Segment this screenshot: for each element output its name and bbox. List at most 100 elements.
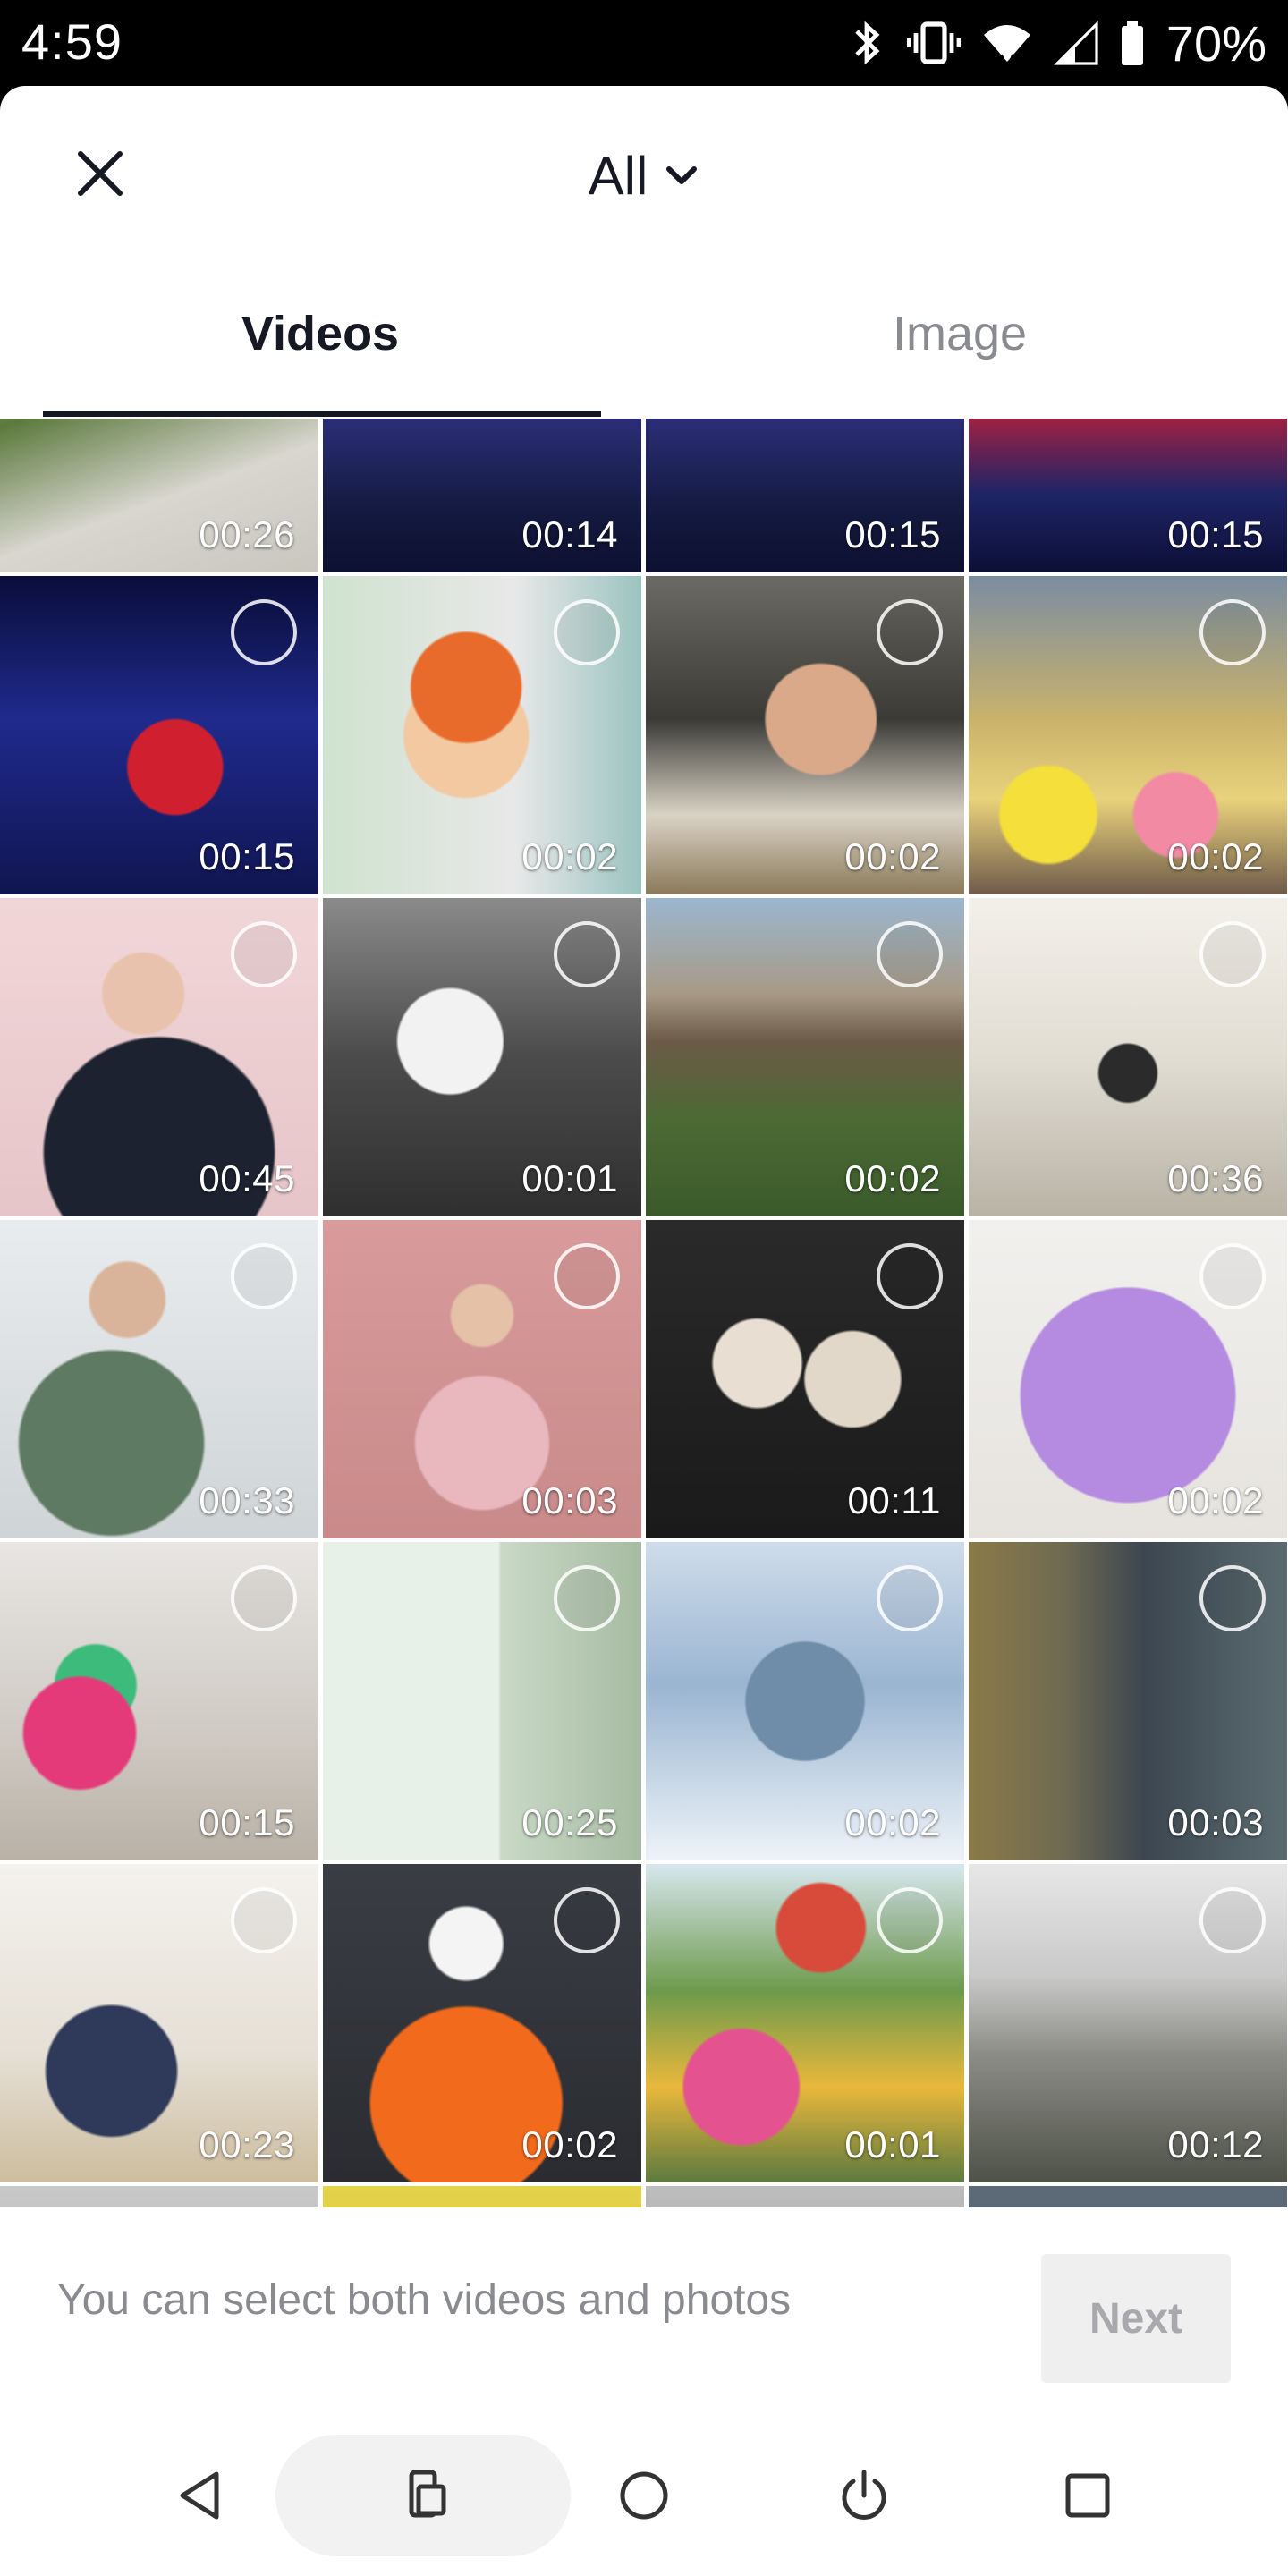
media-tile[interactable]: 00:02 (323, 1864, 641, 2182)
tab-active-indicator (43, 411, 601, 417)
video-duration: 00:03 (1167, 1801, 1264, 1843)
select-circle[interactable] (877, 1243, 943, 1309)
media-tile[interactable]: 00:02 (323, 576, 641, 894)
video-thumbnail (646, 2186, 964, 2207)
home-icon (620, 2471, 668, 2520)
video-thumbnail (969, 2186, 1287, 2207)
media-tile[interactable] (969, 2186, 1287, 2207)
video-duration: 00:03 (521, 1479, 618, 1521)
signal-icon (1054, 19, 1098, 67)
video-duration: 00:02 (1167, 835, 1264, 877)
status-icons: 70% (850, 9, 1267, 77)
power-icon (842, 2470, 886, 2520)
media-tile[interactable]: 00:01 (323, 898, 641, 1216)
select-circle[interactable] (877, 1887, 943, 1953)
select-circle[interactable] (231, 1887, 297, 1953)
select-circle[interactable] (1199, 1243, 1266, 1309)
battery-level: 70% (1165, 14, 1267, 72)
tab-image[interactable]: Image (893, 306, 1027, 361)
select-circle[interactable] (1199, 1887, 1266, 1953)
select-circle[interactable] (554, 599, 620, 665)
wifi-icon (982, 19, 1032, 67)
media-tile[interactable]: 00:15 (646, 419, 964, 572)
rotate-button[interactable] (370, 2415, 478, 2576)
media-tile[interactable]: 00:15 (0, 576, 318, 894)
next-button[interactable]: Next (1041, 2254, 1231, 2383)
select-circle[interactable] (1199, 1565, 1266, 1631)
video-duration: 00:23 (199, 2123, 295, 2165)
media-tile[interactable]: 00:33 (0, 1220, 318, 1538)
battery-icon (1120, 19, 1145, 67)
video-thumbnail (323, 2186, 641, 2207)
media-tile[interactable]: 00:45 (0, 898, 318, 1216)
media-tile[interactable]: 00:15 (969, 419, 1287, 572)
vibrate-icon (906, 19, 961, 67)
media-tile[interactable]: 00:12 (969, 1864, 1287, 2182)
media-tile[interactable] (323, 2186, 641, 2207)
media-tile[interactable] (646, 2186, 964, 2207)
select-circle[interactable] (231, 921, 297, 987)
media-tile[interactable]: 00:23 (0, 1864, 318, 2182)
power-button[interactable] (810, 2415, 918, 2576)
select-circle[interactable] (231, 1243, 297, 1309)
select-circle[interactable] (554, 1887, 620, 1953)
video-duration: 00:15 (844, 513, 941, 555)
media-tile[interactable]: 00:15 (0, 1542, 318, 1860)
video-duration: 00:15 (199, 1801, 295, 1843)
media-tile[interactable]: 00:01 (646, 1864, 964, 2182)
select-circle[interactable] (877, 1565, 943, 1631)
album-label: All (588, 145, 648, 206)
media-tile[interactable] (0, 2186, 318, 2207)
media-tile[interactable]: 00:03 (323, 1220, 641, 1538)
select-circle[interactable] (231, 599, 297, 665)
video-duration: 00:45 (199, 1157, 295, 1199)
media-tile[interactable]: 00:11 (646, 1220, 964, 1538)
select-circle[interactable] (877, 921, 943, 987)
video-duration: 00:25 (521, 1801, 618, 1843)
select-circle[interactable] (1199, 921, 1266, 987)
select-circle[interactable] (1199, 599, 1266, 665)
video-duration: 00:12 (1167, 2123, 1264, 2165)
video-duration: 00:14 (521, 513, 618, 555)
video-duration: 00:02 (844, 835, 941, 877)
tab-videos[interactable]: Videos (242, 306, 399, 361)
media-tile[interactable]: 00:03 (969, 1542, 1287, 1860)
select-circle[interactable] (877, 599, 943, 665)
recents-icon (1065, 2473, 1110, 2518)
status-bar: 4:59 70% (0, 0, 1288, 86)
media-tile[interactable]: 00:02 (646, 576, 964, 894)
video-duration: 00:36 (1167, 1157, 1264, 1199)
close-button[interactable] (64, 138, 136, 209)
media-picker-sheet: All Videos Image 00:26 00:14 00:15 00:15 (0, 86, 1288, 2576)
select-circle[interactable] (554, 921, 620, 987)
video-duration: 00:01 (844, 2123, 941, 2165)
home-button[interactable] (590, 2415, 698, 2576)
video-duration: 00:15 (1167, 513, 1264, 555)
video-duration: 00:02 (1167, 1479, 1264, 1521)
select-circle[interactable] (231, 1565, 297, 1631)
video-duration: 00:02 (521, 835, 618, 877)
video-duration: 00:02 (844, 1801, 941, 1843)
rotate-screen-icon (409, 2470, 446, 2518)
bluetooth-icon (850, 19, 886, 67)
select-circle[interactable] (554, 1243, 620, 1309)
video-duration: 00:11 (847, 1479, 941, 1521)
back-icon (180, 2471, 219, 2520)
video-duration: 00:02 (521, 2123, 618, 2165)
media-tile[interactable]: 00:02 (646, 898, 964, 1216)
media-tile[interactable]: 00:26 (0, 419, 318, 572)
select-circle[interactable] (554, 1565, 620, 1631)
back-button[interactable] (147, 2415, 254, 2576)
media-tile[interactable]: 00:36 (969, 898, 1287, 1216)
media-tile[interactable]: 00:02 (969, 1220, 1287, 1538)
status-time: 4:59 (21, 13, 123, 70)
media-tile[interactable]: 00:14 (323, 419, 641, 572)
media-tile[interactable]: 00:02 (969, 576, 1287, 894)
video-thumbnail (0, 2186, 318, 2207)
recents-button[interactable] (1034, 2415, 1141, 2576)
media-tile[interactable]: 00:25 (323, 1542, 641, 1860)
chevron-down-icon (666, 166, 698, 184)
media-grid: 00:26 00:14 00:15 00:15 00:15 00:02 00:0… (0, 419, 1288, 2207)
media-tile[interactable]: 00:02 (646, 1542, 964, 1860)
album-dropdown[interactable]: All (555, 140, 733, 211)
